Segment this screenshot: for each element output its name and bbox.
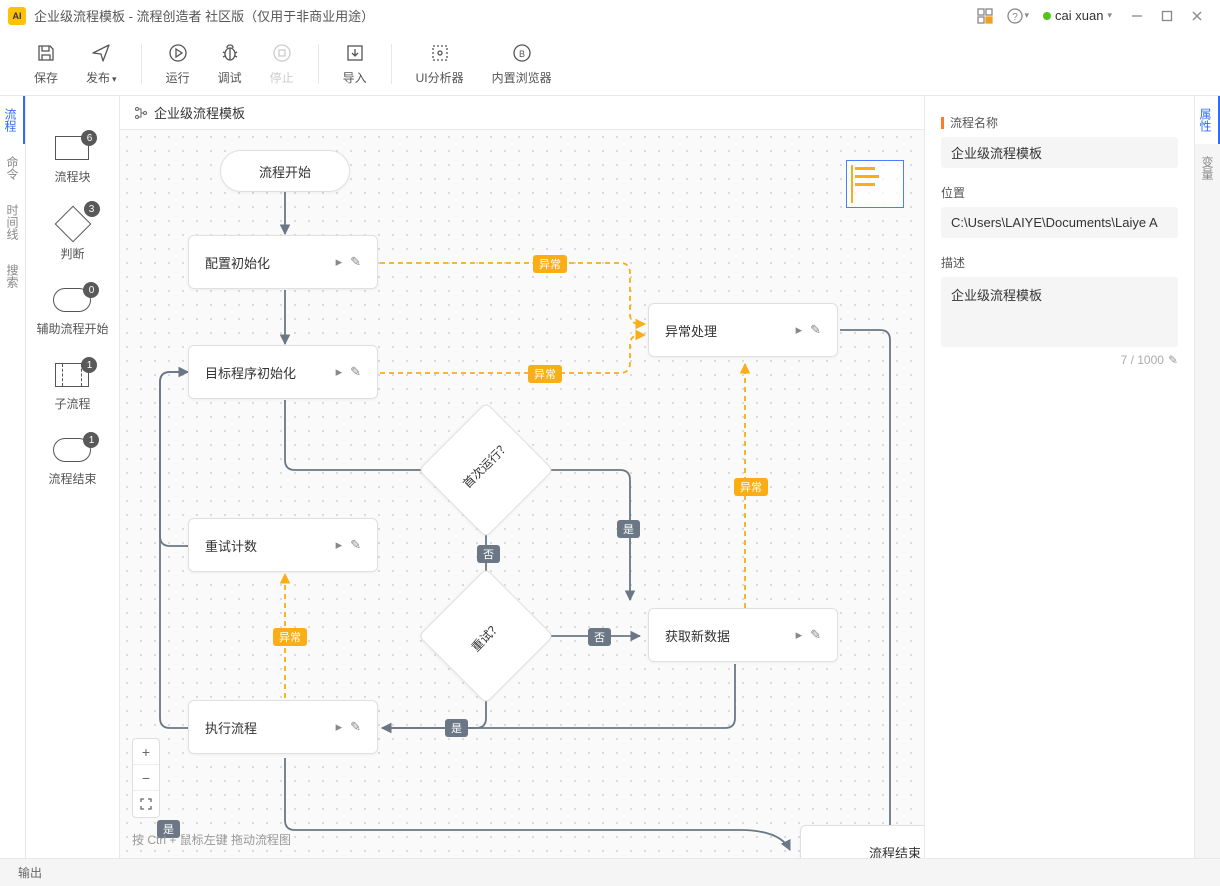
label-yes: 是 xyxy=(445,719,468,737)
edit-icon[interactable]: ✎ xyxy=(350,719,361,735)
play-icon[interactable]: ▸ xyxy=(796,322,803,338)
node-config-init[interactable]: 配置初始化 ▸✎ xyxy=(188,235,378,289)
title-bar: AI 企业级流程模板 - 流程创造者 社区版（仅用于非商业用途） ? ▾ cai… xyxy=(0,0,1220,32)
import-icon xyxy=(345,41,365,65)
palette-subflow[interactable]: 1 子流程 xyxy=(54,363,90,412)
run-icon xyxy=(168,41,188,65)
prop-desc-input[interactable] xyxy=(941,277,1178,347)
minimap[interactable] xyxy=(846,160,904,208)
prop-desc-label: 描述 xyxy=(941,254,1178,271)
palette-aux-start[interactable]: 0 辅助流程开始 xyxy=(36,288,108,337)
minimize-button[interactable] xyxy=(1122,2,1152,30)
edit-icon[interactable]: ✎ xyxy=(350,254,361,270)
zoom-fit-button[interactable] xyxy=(133,791,159,817)
edit-icon[interactable]: ✎ xyxy=(350,537,361,553)
browser-icon: B xyxy=(512,41,532,65)
rail-tab-command[interactable]: 命令 xyxy=(0,144,25,192)
play-icon[interactable]: ▸ xyxy=(336,254,343,270)
edit-icon[interactable]: ✎ xyxy=(350,364,361,380)
left-rail: 流程 命令 时间线 搜索 xyxy=(0,96,26,858)
node-exec-flow[interactable]: 执行流程 ▸✎ xyxy=(188,700,378,754)
publish-icon xyxy=(91,41,111,65)
maximize-button[interactable] xyxy=(1152,2,1182,30)
zoom-controls: + − xyxy=(132,738,160,818)
edit-icon[interactable]: ✎ xyxy=(1168,353,1178,367)
tree-icon xyxy=(134,106,148,120)
save-icon xyxy=(36,41,56,65)
palette-decision[interactable]: 3 判断 xyxy=(60,211,86,262)
stop-button: 停止 xyxy=(256,32,308,95)
play-icon[interactable]: ▸ xyxy=(336,719,343,735)
label-exception: 异常 xyxy=(734,478,768,496)
node-retry[interactable]: 重试？ xyxy=(438,588,534,684)
label-no: 否 xyxy=(477,545,500,563)
label-exception: 异常 xyxy=(273,628,307,646)
stop-icon xyxy=(272,41,292,65)
run-button[interactable]: 运行 xyxy=(152,32,204,95)
user-name: cai xuan xyxy=(1055,8,1103,23)
help-icon[interactable]: ? ▾ xyxy=(1007,8,1030,24)
import-button[interactable]: 导入 xyxy=(329,32,381,95)
debug-icon xyxy=(220,41,240,65)
canvas-hint: 按 Ctrl + 鼠标左键 拖动流程图 xyxy=(132,831,291,848)
close-button[interactable] xyxy=(1182,2,1212,30)
play-icon[interactable]: ▸ xyxy=(336,364,343,380)
rail-tab-variables[interactable]: 变量 xyxy=(1195,144,1220,192)
label-exception: 异常 xyxy=(533,255,567,273)
char-count: 7 / 1000✎ xyxy=(941,353,1178,367)
label-yes: 是 xyxy=(617,520,640,538)
ui-analyzer-icon xyxy=(430,41,450,65)
node-first-run[interactable]: 首次运行？ xyxy=(438,422,534,518)
builtin-browser-button[interactable]: B 内置浏览器 xyxy=(478,32,566,95)
node-start[interactable]: 流程开始 xyxy=(220,150,350,192)
ui-analyzer-button[interactable]: UI分析器 xyxy=(402,32,478,95)
palette: 6 流程块 3 判断 0 辅助流程开始 1 子流程 1 流程结束 xyxy=(26,96,120,858)
svg-text:?: ? xyxy=(1012,12,1018,23)
properties-panel: 流程名称 位置 描述 7 / 1000✎ xyxy=(924,96,1194,858)
user-menu[interactable]: cai xuan ▾ xyxy=(1043,8,1112,23)
save-button[interactable]: 保存 xyxy=(20,32,72,95)
node-end[interactable]: 流程结束 xyxy=(800,825,924,858)
breadcrumb: 企业级流程模板 xyxy=(120,96,924,130)
right-rail: 属性 变量 xyxy=(1194,96,1220,858)
app-icon: AI xyxy=(8,7,26,25)
node-target-init[interactable]: 目标程序初始化 ▸✎ xyxy=(188,345,378,399)
toolbar: 保存 发布▾ 运行 调试 停止 导入 UI分析器 B 内置浏览器 xyxy=(0,32,1220,96)
prop-location-label: 位置 xyxy=(941,184,1178,201)
rail-tab-flow[interactable]: 流程 xyxy=(0,96,25,144)
rail-tab-search[interactable]: 搜索 xyxy=(0,252,25,300)
svg-text:B: B xyxy=(519,49,525,59)
label-exception: 异常 xyxy=(528,365,562,383)
prop-name-input[interactable] xyxy=(941,137,1178,168)
debug-button[interactable]: 调试 xyxy=(204,32,256,95)
canvas[interactable]: 流程开始 配置初始化 ▸✎ 目标程序初始化 ▸✎ 首次运行？ 重试计数 ▸✎ 重… xyxy=(120,130,924,858)
node-exception[interactable]: 异常处理 ▸✎ xyxy=(648,303,838,357)
edit-icon[interactable]: ✎ xyxy=(810,627,821,643)
rail-tab-timeline[interactable]: 时间线 xyxy=(0,192,25,252)
gift-icon[interactable] xyxy=(977,8,993,24)
prop-location-input[interactable] xyxy=(941,207,1178,238)
rail-tab-properties[interactable]: 属性 xyxy=(1195,96,1220,144)
prop-name-label: 流程名称 xyxy=(941,114,1178,131)
publish-button[interactable]: 发布▾ xyxy=(72,32,131,95)
zoom-out-button[interactable]: − xyxy=(133,765,159,791)
node-get-data[interactable]: 获取新数据 ▸✎ xyxy=(648,608,838,662)
edit-icon[interactable]: ✎ xyxy=(810,322,821,338)
bottom-bar[interactable]: 输出 xyxy=(0,858,1220,886)
palette-flow-block[interactable]: 6 流程块 xyxy=(54,136,90,185)
palette-flow-end[interactable]: 1 流程结束 xyxy=(48,438,96,487)
window-title: 企业级流程模板 - 流程创造者 社区版（仅用于非商业用途） xyxy=(34,6,374,25)
play-icon[interactable]: ▸ xyxy=(336,537,343,553)
node-retry-count[interactable]: 重试计数 ▸✎ xyxy=(188,518,378,572)
status-dot xyxy=(1043,12,1051,20)
label-no: 否 xyxy=(588,628,611,646)
zoom-in-button[interactable]: + xyxy=(133,739,159,765)
play-icon[interactable]: ▸ xyxy=(796,627,803,643)
